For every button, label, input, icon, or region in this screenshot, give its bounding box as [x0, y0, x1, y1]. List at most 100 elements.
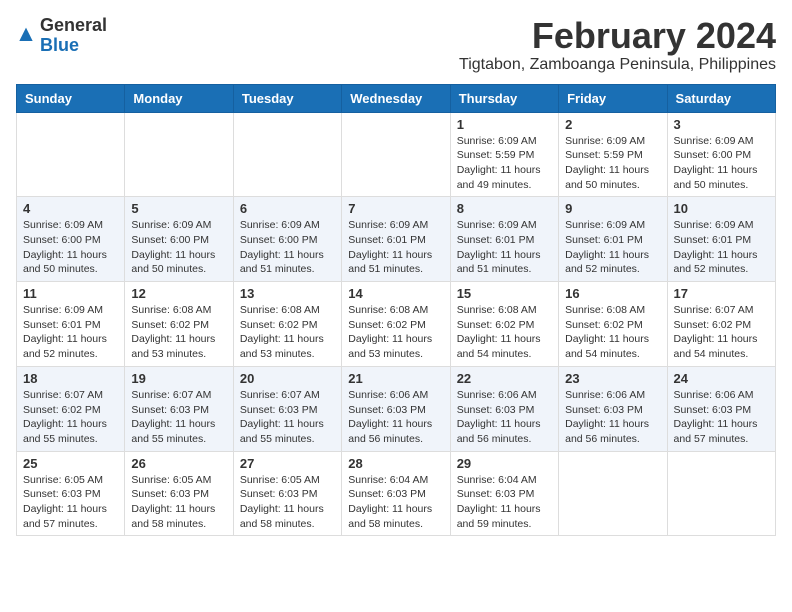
day-info: Daylight: 11 hours and 50 minutes. [131, 248, 226, 277]
day-info: Sunset: 6:02 PM [240, 318, 335, 333]
calendar-cell: 26Sunrise: 6:05 AMSunset: 6:03 PMDayligh… [125, 451, 233, 536]
day-info: Sunset: 6:02 PM [674, 318, 769, 333]
day-info: Daylight: 11 hours and 54 minutes. [457, 332, 552, 361]
day-info: Daylight: 11 hours and 53 minutes. [131, 332, 226, 361]
calendar-cell: 17Sunrise: 6:07 AMSunset: 6:02 PMDayligh… [667, 282, 775, 367]
day-number: 18 [23, 371, 118, 386]
day-info: Sunrise: 6:08 AM [457, 303, 552, 318]
calendar-cell: 6Sunrise: 6:09 AMSunset: 6:00 PMDaylight… [233, 197, 341, 282]
col-header-monday: Monday [125, 84, 233, 112]
day-number: 21 [348, 371, 443, 386]
day-number: 23 [565, 371, 660, 386]
day-info: Sunrise: 6:07 AM [240, 388, 335, 403]
day-info: Daylight: 11 hours and 56 minutes. [348, 417, 443, 446]
day-info: Daylight: 11 hours and 55 minutes. [131, 417, 226, 446]
day-number: 22 [457, 371, 552, 386]
day-info: Sunrise: 6:09 AM [23, 303, 118, 318]
day-number: 8 [457, 201, 552, 216]
calendar-cell: 21Sunrise: 6:06 AMSunset: 6:03 PMDayligh… [342, 366, 450, 451]
day-info: Sunrise: 6:09 AM [23, 218, 118, 233]
day-info: Sunset: 6:03 PM [674, 403, 769, 418]
day-info: Sunset: 6:03 PM [457, 403, 552, 418]
calendar-header-row: SundayMondayTuesdayWednesdayThursdayFrid… [17, 84, 776, 112]
day-number: 10 [674, 201, 769, 216]
calendar-cell: 18Sunrise: 6:07 AMSunset: 6:02 PMDayligh… [17, 366, 125, 451]
day-info: Sunset: 6:01 PM [457, 233, 552, 248]
calendar-cell: 13 Sunrise: 6:08 AMSunset: 6:02 PMDayligh… [233, 282, 341, 367]
calendar-cell: 20Sunrise: 6:07 AMSunset: 6:03 PMDayligh… [233, 366, 341, 451]
day-number: 5 [131, 201, 226, 216]
page-subtitle: Tigtabon, Zamboanga Peninsula, Philippin… [459, 56, 776, 74]
day-info: Daylight: 11 hours and 58 minutes. [240, 502, 335, 531]
day-info: Daylight: 11 hours and 58 minutes. [131, 502, 226, 531]
day-info: Sunset: 6:01 PM [348, 233, 443, 248]
day-info: Sunrise: 6:09 AM [565, 218, 660, 233]
day-number: 15 [457, 286, 552, 301]
day-info: Sunset: 6:00 PM [131, 233, 226, 248]
day-number: 16 [565, 286, 660, 301]
calendar-cell: 8Sunrise: 6:09 AMSunset: 6:01 PMDaylight… [450, 197, 558, 282]
day-info: Sunrise: 6:09 AM [131, 218, 226, 233]
day-info: Daylight: 11 hours and 59 minutes. [457, 502, 552, 531]
logo: General Blue [16, 16, 107, 56]
calendar-cell: 27Sunrise: 6:05 AMSunset: 6:03 PMDayligh… [233, 451, 341, 536]
day-number: 6 [240, 201, 335, 216]
day-info: Daylight: 11 hours and 53 minutes. [240, 332, 335, 361]
day-info: Sunrise: 6:08 AM [131, 303, 226, 318]
day-info: Sunrise: 6:06 AM [565, 388, 660, 403]
calendar-cell: 3Sunrise: 6:09 AMSunset: 6:00 PMDaylight… [667, 112, 775, 197]
title-area: February 2024 Tigtabon, Zamboanga Penins… [459, 16, 776, 74]
day-info: Sunset: 6:02 PM [348, 318, 443, 333]
day-info: Daylight: 11 hours and 57 minutes. [23, 502, 118, 531]
calendar-cell [233, 112, 341, 197]
col-header-thursday: Thursday [450, 84, 558, 112]
logo-blue-text: Blue [40, 35, 79, 55]
day-number: 12 [131, 286, 226, 301]
day-info: Sunset: 6:03 PM [348, 487, 443, 502]
calendar-cell: 24Sunrise: 6:06 AMSunset: 6:03 PMDayligh… [667, 366, 775, 451]
day-number: 25 [23, 456, 118, 471]
calendar-cell [667, 451, 775, 536]
day-info: Sunset: 6:03 PM [131, 487, 226, 502]
day-info: Daylight: 11 hours and 58 minutes. [348, 502, 443, 531]
day-number: 14 [348, 286, 443, 301]
day-info: Daylight: 11 hours and 50 minutes. [674, 163, 769, 192]
calendar-cell: 19Sunrise: 6:07 AMSunset: 6:03 PMDayligh… [125, 366, 233, 451]
calendar-cell: 22Sunrise: 6:06 AMSunset: 6:03 PMDayligh… [450, 366, 558, 451]
day-number: 13 [240, 286, 335, 301]
day-number: 11 [23, 286, 118, 301]
calendar-cell: 9Sunrise: 6:09 AMSunset: 6:01 PMDaylight… [559, 197, 667, 282]
day-info: Sunrise: 6:08 AM [348, 303, 443, 318]
day-info: Sunrise: 6:06 AM [348, 388, 443, 403]
day-info: Daylight: 11 hours and 52 minutes. [674, 248, 769, 277]
calendar-cell: 28 Sunrise: 6:04 AMSunset: 6:03 PMDayligh… [342, 451, 450, 536]
calendar-cell: 23Sunrise: 6:06 AMSunset: 6:03 PMDayligh… [559, 366, 667, 451]
day-info: Daylight: 11 hours and 54 minutes. [674, 332, 769, 361]
day-number: 24 [674, 371, 769, 386]
calendar-cell: 11Sunrise: 6:09 AMSunset: 6:01 PMDayligh… [17, 282, 125, 367]
day-info: Daylight: 11 hours and 55 minutes. [23, 417, 118, 446]
calendar-cell: 16Sunrise: 6:08 AMSunset: 6:02 PMDayligh… [559, 282, 667, 367]
day-info: Sunset: 6:02 PM [457, 318, 552, 333]
day-info: Sunrise: 6:08 AM [240, 303, 335, 318]
day-info: Daylight: 11 hours and 50 minutes. [23, 248, 118, 277]
day-info: Sunset: 6:00 PM [23, 233, 118, 248]
day-info: Sunset: 6:03 PM [457, 487, 552, 502]
day-info: Daylight: 11 hours and 54 minutes. [565, 332, 660, 361]
day-info: Daylight: 11 hours and 53 minutes. [348, 332, 443, 361]
day-number: 3 [674, 117, 769, 132]
day-info: Sunset: 6:03 PM [240, 403, 335, 418]
day-number: 4 [23, 201, 118, 216]
day-info: Daylight: 11 hours and 52 minutes. [23, 332, 118, 361]
page-title: February 2024 [459, 16, 776, 56]
day-number: 17 [674, 286, 769, 301]
week-row-4: 25Sunrise: 6:05 AMSunset: 6:03 PMDayligh… [17, 451, 776, 536]
day-number: 28 [348, 456, 443, 471]
day-info: Sunrise: 6:07 AM [131, 388, 226, 403]
day-info: Sunrise: 6:04 AM [348, 473, 443, 488]
day-info: Sunrise: 6:07 AM [23, 388, 118, 403]
day-number: 1 [457, 117, 552, 132]
col-header-friday: Friday [559, 84, 667, 112]
day-info: Daylight: 11 hours and 56 minutes. [457, 417, 552, 446]
day-info: Sunrise: 6:06 AM [674, 388, 769, 403]
